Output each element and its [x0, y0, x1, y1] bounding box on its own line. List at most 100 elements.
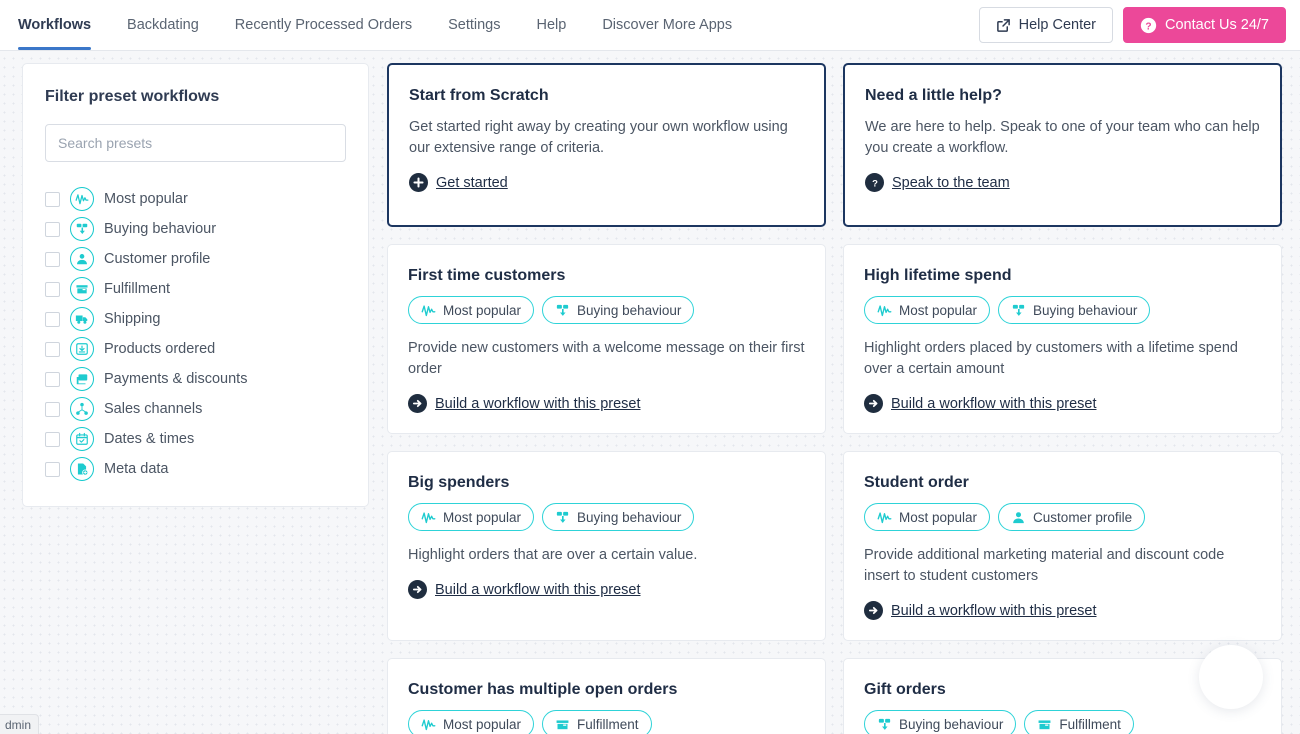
filter-item-label: Meta data	[104, 461, 169, 477]
card-description: Get started right away by creating your …	[409, 119, 788, 157]
preset-tag-label: Customer profile	[1033, 509, 1133, 525]
pulse-icon	[877, 510, 892, 525]
filter-checkbox[interactable]	[45, 431, 60, 447]
preset-tag-list: Most popular Customer profile	[864, 503, 1261, 531]
preset-tag: Fulfillment	[1024, 710, 1134, 734]
pulse-icon	[877, 303, 892, 318]
card-icon	[70, 367, 94, 391]
card-title: First time customers	[408, 267, 566, 284]
filter-item-sales-channels[interactable]: Sales channels	[45, 394, 346, 424]
preset-tag: Buying behaviour	[864, 710, 1017, 734]
card-description: Provide new customers with a welcome mes…	[408, 340, 805, 378]
pulse-icon	[421, 303, 436, 318]
nav-tab-help[interactable]: Help	[519, 0, 585, 50]
filter-checkbox[interactable]	[45, 251, 60, 267]
cart-hand-icon	[555, 303, 570, 318]
filter-checkbox[interactable]	[45, 191, 60, 207]
build-workflow-link[interactable]: Build a workflow with this preset	[864, 394, 1097, 414]
download-box-icon	[70, 337, 94, 361]
preset-tag-list: Most popular Buying behaviour	[408, 503, 805, 531]
arrow-right-circle-icon	[864, 601, 883, 621]
featured-card-need-a-little-help-: Need a little help? We are here to help. …	[843, 63, 1282, 227]
build-workflow-link[interactable]: Build a workflow with this preset	[408, 580, 641, 600]
build-workflow-link-label: Build a workflow with this preset	[435, 395, 641, 412]
filter-checkbox[interactable]	[45, 371, 60, 387]
filter-item-label: Payments & discounts	[104, 371, 248, 387]
nav-tab-backdating[interactable]: Backdating	[109, 0, 217, 50]
filter-item-dates-times[interactable]: Dates & times	[45, 424, 346, 454]
preset-tag: Most popular	[408, 296, 535, 324]
preset-tag: Buying behaviour	[542, 503, 695, 531]
filter-item-shipping[interactable]: Shipping	[45, 304, 346, 334]
box-icon	[1037, 717, 1052, 732]
preset-tag-list: Buying behaviour Fulfillment	[864, 710, 1261, 734]
preset-tag-label: Fulfillment	[577, 716, 639, 732]
nav-tab-workflows[interactable]: Workflows	[18, 0, 109, 50]
help-center-button[interactable]: Help Center	[978, 7, 1114, 43]
share-icon	[70, 397, 94, 421]
build-workflow-link-label: Build a workflow with this preset	[435, 581, 641, 598]
preset-tag: Most popular	[864, 503, 991, 531]
preset-tag: Most popular	[408, 710, 535, 734]
filter-item-payments-discounts[interactable]: Payments & discounts	[45, 364, 346, 394]
filter-item-products-ordered[interactable]: Products ordered	[45, 334, 346, 364]
filter-item-label: Dates & times	[104, 431, 195, 447]
filter-item-customer-profile[interactable]: Customer profile	[45, 244, 346, 274]
filter-item-meta-data[interactable]: Meta data	[45, 454, 346, 484]
filter-item-fulfillment[interactable]: Fulfillment	[45, 274, 346, 304]
sidebar-title: Filter preset workflows	[45, 88, 220, 105]
featured-card-link-label: Get started	[436, 174, 508, 191]
status-bar-text: dmin	[5, 717, 32, 732]
filter-checkbox[interactable]	[45, 341, 60, 357]
nav-tab-recently-processed-orders[interactable]: Recently Processed Orders	[217, 0, 430, 50]
person-icon	[70, 247, 94, 271]
filter-item-buying-behaviour[interactable]: Buying behaviour	[45, 214, 346, 244]
card-description: We are here to help. Speak to one of you…	[865, 119, 1260, 157]
arrow-right-circle-icon	[864, 394, 883, 414]
contact-us-button[interactable]: ? Contact Us 24/7	[1123, 7, 1286, 43]
featured-card-link[interactable]: Get started	[409, 173, 508, 193]
build-workflow-link[interactable]: Build a workflow with this preset	[864, 601, 1097, 621]
filter-checkbox[interactable]	[45, 311, 60, 327]
build-workflow-link[interactable]: Build a workflow with this preset	[408, 394, 641, 414]
nav-tab-label: Backdating	[127, 17, 199, 33]
nav-tab-label: Discover More Apps	[602, 17, 733, 33]
preset-card-big-spenders: Big spenders Most popular Buying behaviour…	[387, 451, 826, 641]
nav-tab-discover-more-apps[interactable]: Discover More Apps	[584, 0, 750, 50]
preset-tag: Buying behaviour	[998, 296, 1151, 324]
preset-card-first-time-customers: First time customers Most popular Buying b…	[387, 244, 826, 434]
filter-checkbox[interactable]	[45, 401, 60, 417]
preset-tag-list: Most popular Buying behaviour	[864, 296, 1261, 324]
preset-tag-label: Most popular	[443, 302, 522, 318]
person-icon	[1011, 510, 1026, 525]
filter-checkbox[interactable]	[45, 461, 60, 477]
filter-checkbox[interactable]	[45, 281, 60, 297]
nav-tab-settings[interactable]: Settings	[430, 0, 518, 50]
preset-card-high-lifetime-spend: High lifetime spend Most popular Buying be…	[843, 244, 1282, 434]
arrow-right-circle-icon	[408, 580, 427, 600]
build-workflow-link-label: Build a workflow with this preset	[891, 602, 1097, 619]
search-input[interactable]	[45, 124, 346, 162]
filter-checkbox[interactable]	[45, 221, 60, 237]
contact-us-label: Contact Us 24/7	[1165, 17, 1269, 33]
nav-tab-label: Help	[536, 17, 567, 33]
card-title: Need a little help?	[865, 87, 1002, 104]
box-icon	[70, 277, 94, 301]
question-circle-icon: ?	[865, 173, 884, 193]
chat-launcher-button[interactable]	[1199, 645, 1263, 709]
preset-tag-list: Most popular Buying behaviour	[408, 296, 805, 324]
svg-text:?: ?	[1145, 21, 1151, 32]
cart-hand-icon	[70, 217, 94, 241]
nav-tab-label: Workflows	[18, 17, 92, 33]
filter-item-most-popular[interactable]: Most popular	[45, 184, 346, 214]
card-title: Student order	[864, 474, 969, 491]
nav-tab-list: Workflows Backdating Recently Processed Or…	[18, 0, 750, 50]
preset-tag-label: Most popular	[443, 716, 522, 732]
truck-icon	[70, 307, 94, 331]
featured-card-link-label: Speak to the team	[892, 174, 1010, 191]
cart-hand-icon	[877, 717, 892, 732]
nav-tab-label: Recently Processed Orders	[234, 17, 413, 33]
featured-card-link[interactable]: ? Speak to the team	[865, 173, 1010, 193]
pulse-icon	[421, 510, 436, 525]
